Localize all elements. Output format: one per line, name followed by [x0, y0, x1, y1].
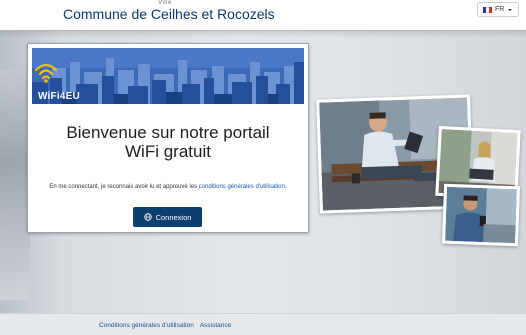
header-bar: Ville Commune de Ceilhes et Rocozels FR: [0, 0, 526, 31]
connect-label: Connexion: [155, 212, 192, 222]
footer-links: Conditions générales d'utilisation Assis…: [99, 322, 231, 329]
wifi4eu-logo-text: WiFi4EU: [38, 91, 80, 102]
footer-terms-link[interactable]: Conditions générales d'utilisation: [99, 322, 194, 329]
connect-button[interactable]: Connexion: [133, 207, 202, 227]
chevron-down-icon: [508, 8, 513, 11]
welcome-line-2: WiFi gratuit: [125, 142, 211, 161]
welcome-heading: Bienvenue sur notre portail WiFi gratuit: [28, 123, 308, 161]
man-with-phone-photo: [441, 183, 521, 247]
language-code: FR: [495, 6, 505, 13]
globe-icon: [143, 213, 152, 221]
footer-bar: [0, 313, 526, 335]
french-flag-icon: [483, 6, 492, 13]
welcome-line-1: Bienvenue sur notre portail: [66, 123, 270, 142]
background-street-image: [0, 70, 30, 300]
legal-notice: En me connectant, je reconnais avoir lu …: [28, 184, 308, 190]
header-shadow: [0, 30, 526, 38]
commune-title: Commune de Ceilhes et Rocozels: [63, 6, 275, 22]
footer-help-link[interactable]: Assistance: [200, 322, 231, 329]
wifi4eu-banner: WiFi4EU: [32, 48, 304, 104]
legal-prefix: En me connectant, je reconnais avoir lu …: [49, 184, 199, 190]
portal-card: WiFi4EU Bienvenue sur notre portail WiFi…: [27, 43, 309, 233]
language-selector[interactable]: FR: [477, 2, 519, 17]
legal-suffix: .: [284, 184, 287, 190]
terms-link[interactable]: conditions générales d'utilisation: [199, 184, 285, 190]
